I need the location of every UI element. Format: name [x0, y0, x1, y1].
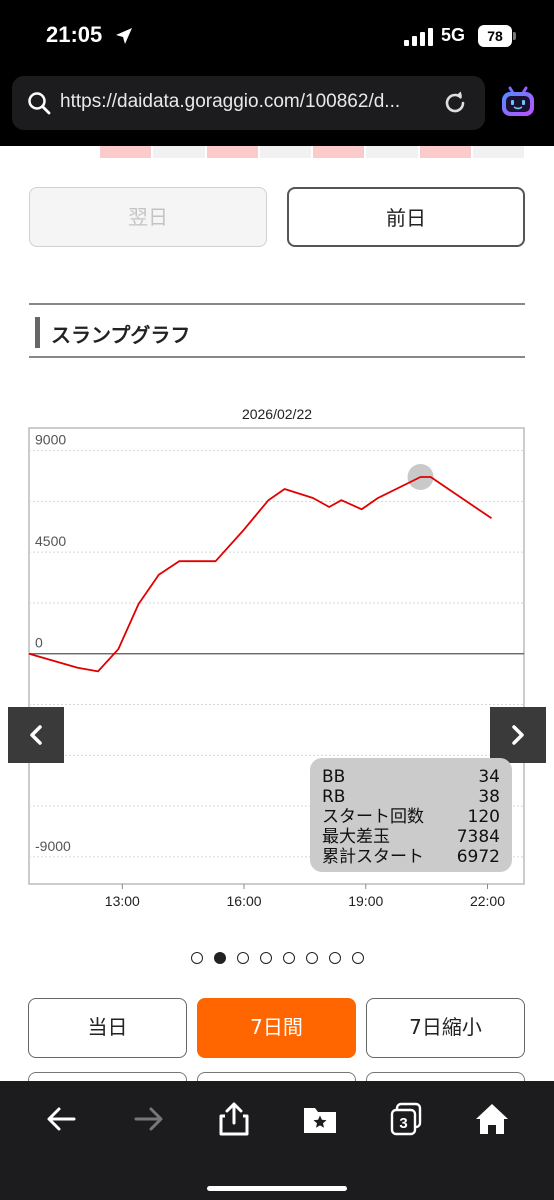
stat-label: BB [322, 767, 346, 787]
browser-toolbar: 3 [0, 1081, 554, 1200]
period-7days-button[interactable]: 7日間 [197, 998, 356, 1058]
url-text[interactable]: https://daidata.goraggio.com/100862/d... [60, 91, 400, 113]
stat-label: RB [322, 787, 346, 807]
pager-dot[interactable] [259, 952, 272, 964]
calendar-cell [366, 146, 420, 158]
x-tick-label: 22:00 [470, 893, 505, 909]
status-bar: 21:05 5G 78 [0, 0, 554, 74]
network-type: 5G [441, 25, 466, 45]
calendar-cell [313, 146, 367, 158]
stat-row-total-start: 累計スタート 6972 [322, 847, 500, 867]
share-icon[interactable] [216, 1101, 252, 1137]
chevron-right-icon [512, 725, 524, 745]
browser-address-area: https://daidata.goraggio.com/100862/d... [0, 74, 554, 146]
home-icon[interactable] [474, 1101, 510, 1137]
y-tick-label: 0 [35, 635, 43, 651]
forward-arrow-icon[interactable] [130, 1101, 166, 1137]
y-tick-label: -9000 [35, 838, 71, 854]
status-time: 21:05 [46, 22, 103, 47]
battery-tip [513, 32, 516, 40]
calendar-cell [472, 146, 526, 158]
y-tick-label: 4500 [35, 533, 66, 549]
chevron-left-icon [30, 725, 42, 745]
calendar-cell [259, 146, 313, 158]
y-tick-label: 9000 [35, 432, 66, 448]
calendar-cell [206, 146, 260, 158]
signal-icon [404, 28, 433, 46]
location-arrow-icon [116, 28, 132, 44]
calendar-cell [153, 146, 207, 158]
stat-row-start-count: スタート回数 120 [322, 807, 500, 827]
pager-dot[interactable] [328, 952, 341, 964]
stat-row-rb: RB 38 [322, 787, 500, 807]
stat-label: 累計スタート [322, 847, 424, 867]
stat-value: 38 [478, 787, 500, 807]
back-arrow-icon[interactable] [44, 1101, 80, 1137]
stat-value: 6972 [456, 847, 500, 867]
period-7days-compact-button[interactable]: 7日縮小 [366, 998, 525, 1058]
tab-count: 3 [399, 1115, 407, 1132]
stat-value: 34 [478, 767, 500, 787]
period-today-button[interactable]: 当日 [28, 998, 187, 1058]
bookmarks-folder-icon[interactable] [302, 1101, 338, 1137]
reload-icon[interactable] [442, 90, 468, 116]
stat-row-bb: BB 34 [322, 767, 500, 787]
previous-graph-button[interactable] [8, 707, 64, 763]
heading-accent-bar [35, 317, 40, 348]
home-indicator [207, 1186, 347, 1191]
tabs-icon[interactable]: 3 [388, 1101, 424, 1137]
stat-row-max-diff: 最大差玉 7384 [322, 827, 500, 847]
pager-dot[interactable] [282, 952, 295, 964]
pager-dot[interactable] [305, 952, 318, 964]
x-tick-label: 19:00 [348, 893, 383, 909]
calendar-cell [419, 146, 473, 158]
pager-dot[interactable] [190, 952, 203, 964]
section-heading: スランプグラフ [29, 303, 525, 358]
x-tick-label: 16:00 [227, 893, 262, 909]
search-icon [28, 92, 51, 115]
pager-dot[interactable] [213, 952, 226, 964]
next-graph-button[interactable] [490, 707, 546, 763]
stats-tooltip: BB 34 RB 38 スタート回数 120 最大差玉 7384 累計スタート … [310, 758, 512, 872]
x-tick-label: 13:00 [105, 893, 140, 909]
next-day-button[interactable]: 翌日 [29, 187, 267, 247]
calendar-strip [100, 146, 526, 158]
graph-pager [0, 952, 554, 968]
calendar-cell [100, 146, 154, 158]
pager-dot[interactable] [236, 952, 249, 964]
stat-label: 最大差玉 [322, 827, 390, 847]
assistant-bot-icon[interactable] [498, 82, 538, 122]
pager-dot[interactable] [351, 952, 364, 964]
previous-day-button[interactable]: 前日 [287, 187, 525, 247]
section-title: スランプグラフ [51, 323, 191, 347]
url-bar[interactable]: https://daidata.goraggio.com/100862/d... [12, 76, 485, 130]
stat-value: 120 [467, 807, 500, 827]
battery-indicator: 78 [478, 25, 512, 47]
stat-value: 7384 [456, 827, 500, 847]
stat-label: スタート回数 [322, 807, 424, 827]
